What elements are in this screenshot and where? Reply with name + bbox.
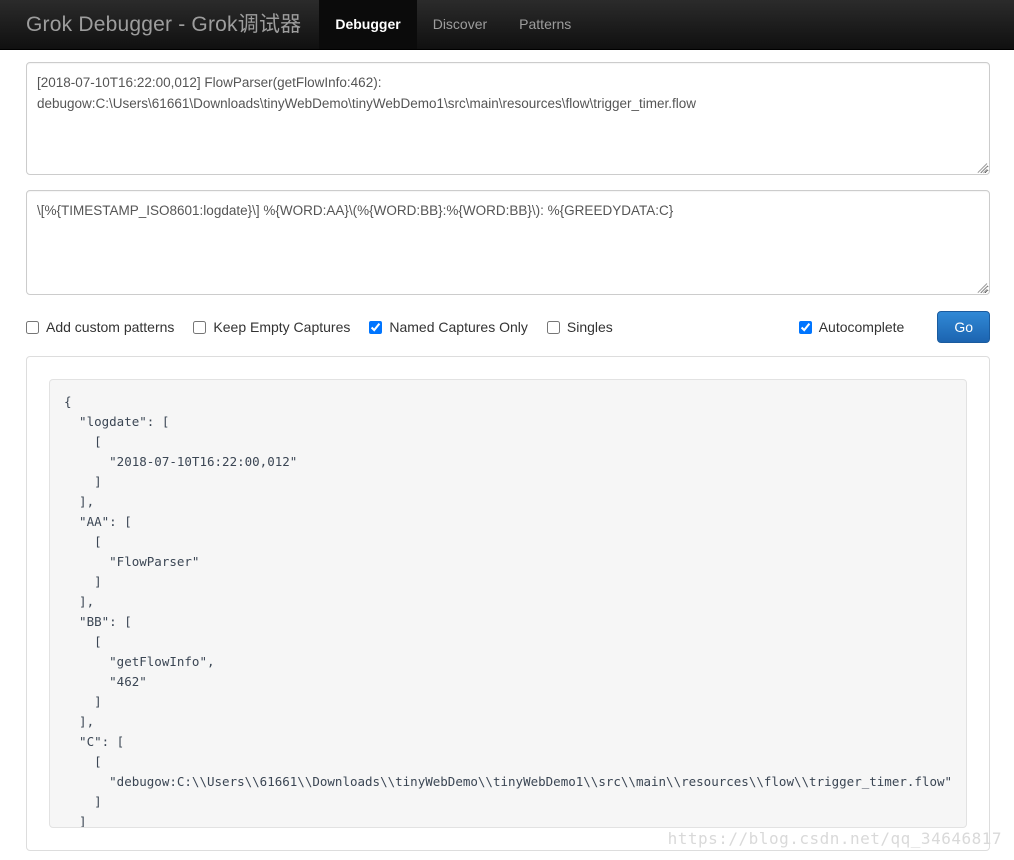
tab-discover[interactable]: Discover — [417, 0, 503, 49]
brand-title[interactable]: Grok Debugger - Grok调试器 — [0, 0, 319, 49]
autocomplete-label: Autocomplete — [818, 319, 905, 335]
pattern-textarea-wrapper — [26, 190, 990, 295]
sample-log-input[interactable] — [26, 62, 990, 175]
keep-empty-captures-checkbox[interactable] — [193, 320, 207, 334]
options-left-group: Add custom patterns Keep Empty Captures … — [26, 319, 613, 335]
nav-list: Debugger Discover Patterns — [319, 0, 587, 49]
navbar: Grok Debugger - Grok调试器 Debugger Discove… — [0, 0, 1014, 50]
option-keep-empty-captures[interactable]: Keep Empty Captures — [193, 319, 350, 335]
options-row: Add custom patterns Keep Empty Captures … — [26, 310, 990, 344]
option-autocomplete[interactable]: Autocomplete — [798, 319, 905, 335]
option-named-captures-only[interactable]: Named Captures Only — [369, 319, 528, 335]
singles-checkbox[interactable] — [546, 320, 560, 334]
option-singles[interactable]: Singles — [546, 319, 613, 335]
grok-pattern-input[interactable] — [26, 190, 990, 295]
add-custom-patterns-checkbox[interactable] — [26, 320, 39, 334]
go-button[interactable]: Go — [937, 311, 990, 343]
add-custom-patterns-label: Add custom patterns — [46, 319, 175, 335]
tab-debugger[interactable]: Debugger — [319, 0, 417, 49]
keep-empty-captures-label: Keep Empty Captures — [213, 319, 351, 335]
named-captures-only-label: Named Captures Only — [389, 319, 528, 335]
output-panel: { "logdate": [ [ "2018-07-10T16:22:00,01… — [26, 356, 990, 851]
options-right-group: Autocomplete Go — [798, 311, 990, 343]
grok-output-json[interactable]: { "logdate": [ [ "2018-07-10T16:22:00,01… — [49, 379, 967, 828]
named-captures-only-checkbox[interactable] — [369, 320, 383, 334]
input-textarea-wrapper — [26, 62, 990, 175]
singles-label: Singles — [566, 319, 613, 335]
option-add-custom-patterns[interactable]: Add custom patterns — [26, 319, 174, 335]
main-content: Add custom patterns Keep Empty Captures … — [0, 50, 1014, 851]
autocomplete-checkbox[interactable] — [798, 320, 812, 334]
tab-patterns[interactable]: Patterns — [503, 0, 587, 49]
